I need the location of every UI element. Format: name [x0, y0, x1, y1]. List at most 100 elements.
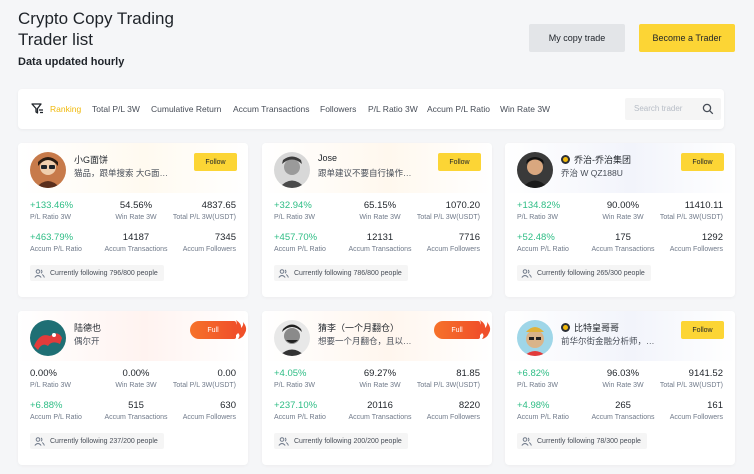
trader-card[interactable]: 陆德也 偶尔开 Full 0.00% P/L Ratio 3W 0.00% Win … — [18, 311, 248, 465]
following-count: Currently following 786/800 people — [274, 265, 408, 281]
following-count: Currently following 237/200 people — [30, 433, 164, 449]
avatar[interactable] — [274, 152, 310, 188]
trader-card[interactable]: 猜李（一个月翻仓） 想要一个月翻仓，且以… Full +4.05% P/L Rat… — [262, 311, 492, 465]
follow-button[interactable]: Follow — [681, 321, 724, 339]
avatar[interactable] — [274, 320, 310, 356]
accum-followers: 8220 Accum Followers — [426, 400, 480, 421]
follow-button[interactable]: Follow — [194, 153, 237, 171]
full-status-button[interactable]: Full — [434, 321, 480, 339]
filter-bar: Ranking Total P/L 3W Cumulative Return A… — [18, 89, 724, 129]
tab-cumulative-return[interactable]: Cumulative Return — [151, 104, 221, 114]
win-rate: 69.27% Win Rate 3W — [359, 368, 401, 389]
trader-bio: 猫品，跟单搜索 大G面… — [74, 168, 168, 178]
win-rate: 96.03% Win Rate 3W — [602, 368, 644, 389]
flame-icon — [233, 320, 247, 339]
accum-transactions: 175 Accum Transactions — [591, 232, 655, 253]
search-input[interactable]: Search trader — [625, 98, 721, 120]
trader-name[interactable]: Jose — [318, 153, 337, 163]
accum-transactions: 12131 Accum Transactions — [348, 232, 412, 253]
pl-ratio: +6.82% P/L Ratio 3W — [517, 368, 558, 389]
win-rate: 90.00% Win Rate 3W — [602, 200, 644, 221]
accum-followers: 630 Accum Followers — [182, 400, 236, 421]
pl-ratio: +134.82% P/L Ratio 3W — [517, 200, 561, 221]
pl-ratio: 0.00% P/L Ratio 3W — [30, 368, 71, 389]
verified-badge-icon — [561, 323, 570, 332]
page-title-line1: Crypto Copy Trading — [18, 9, 174, 28]
avatar[interactable] — [30, 152, 66, 188]
accum-pl-ratio: +52.48% Accum P/L Ratio — [517, 232, 569, 253]
accum-pl-ratio: +457.70% Accum P/L Ratio — [274, 232, 326, 253]
trader-name[interactable]: 小G面饼 — [74, 153, 108, 166]
search-icon[interactable] — [702, 103, 714, 115]
trader-card[interactable]: Jose 跟单建议不要自行操作… Follow +32.94% P/L Ratio… — [262, 143, 492, 297]
pl-ratio: +133.46% P/L Ratio 3W — [30, 200, 74, 221]
win-rate: 65.15% Win Rate 3W — [359, 200, 401, 221]
accum-pl-ratio: +463.79% Accum P/L Ratio — [30, 232, 82, 253]
pl-ratio: +32.94% P/L Ratio 3W — [274, 200, 315, 221]
verified-badge-icon — [561, 155, 570, 164]
trader-name[interactable]: 乔治-乔治集团 — [561, 153, 631, 166]
tab-win-rate-3w[interactable]: Win Rate 3W — [500, 104, 550, 114]
search-placeholder: Search trader — [634, 104, 683, 113]
trader-card[interactable]: 乔治-乔治集团 乔治 W QZ188U Follow +134.82% P/L R… — [505, 143, 735, 297]
following-count: Currently following 796/800 people — [30, 265, 164, 281]
trader-bio: 乔治 W QZ188U — [561, 168, 623, 178]
tab-total-pl-3w[interactable]: Total P/L 3W — [92, 104, 140, 114]
users-icon — [278, 436, 289, 446]
following-count: Currently following 200/200 people — [274, 433, 408, 449]
tab-accum-pl-ratio[interactable]: Accum P/L Ratio — [427, 104, 490, 114]
flame-icon — [477, 320, 491, 339]
total-pl: 1070.20 Total P/L 3W(USDT) — [416, 200, 480, 221]
accum-pl-ratio: +237.10% Accum P/L Ratio — [274, 400, 326, 421]
trader-card[interactable]: 小G面饼 猫品，跟单搜索 大G面… Follow +133.46% P/L Rat… — [18, 143, 248, 297]
page-title-line2: Trader list — [18, 30, 93, 49]
users-icon — [34, 268, 45, 278]
users-icon — [521, 268, 532, 278]
accum-transactions: 20116 Accum Transactions — [348, 400, 412, 421]
accum-followers: 7716 Accum Followers — [426, 232, 480, 253]
following-count: Currently following 265/300 people — [517, 265, 651, 281]
accum-transactions: 515 Accum Transactions — [104, 400, 168, 421]
trader-bio: 跟单建议不要自行操作… — [318, 168, 412, 178]
trader-bio: 前华尔街金融分析师，… — [561, 336, 655, 346]
page-title: Crypto Copy Trading Trader list — [18, 8, 174, 50]
accum-transactions: 14187 Accum Transactions — [104, 232, 168, 253]
accum-transactions: 265 Accum Transactions — [591, 400, 655, 421]
users-icon — [34, 436, 45, 446]
filter-icon[interactable] — [31, 102, 44, 115]
become-trader-button[interactable]: Become a Trader — [639, 24, 735, 52]
win-rate: 54.56% Win Rate 3W — [115, 200, 157, 221]
users-icon — [521, 436, 532, 446]
accum-followers: 161 Accum Followers — [669, 400, 723, 421]
avatar[interactable] — [517, 152, 553, 188]
accum-pl-ratio: +4.98% Accum P/L Ratio — [517, 400, 569, 421]
avatar[interactable] — [30, 320, 66, 356]
trader-name[interactable]: 陆德也 — [74, 321, 101, 334]
total-pl: 11410.11 Total P/L 3W(USDT) — [659, 200, 723, 221]
trader-name[interactable]: 猜李（一个月翻仓） — [318, 321, 399, 334]
trader-name[interactable]: 比特皇哥哥 — [561, 321, 619, 334]
avatar[interactable] — [517, 320, 553, 356]
data-updated-note: Data updated hourly — [18, 56, 125, 68]
follow-button[interactable]: Follow — [438, 153, 481, 171]
win-rate: 0.00% Win Rate 3W — [115, 368, 157, 389]
tab-accum-transactions[interactable]: Accum Transactions — [233, 104, 310, 114]
trader-card[interactable]: 比特皇哥哥 前华尔街金融分析师，… Follow +6.82% P/L Ratio… — [505, 311, 735, 465]
my-copy-trade-button[interactable]: My copy trade — [529, 24, 625, 52]
trader-bio: 偶尔开 — [74, 336, 100, 346]
tab-followers[interactable]: Followers — [320, 104, 356, 114]
accum-followers: 7345 Accum Followers — [182, 232, 236, 253]
total-pl: 9141.52 Total P/L 3W(USDT) — [659, 368, 723, 389]
pl-ratio: +4.05% P/L Ratio 3W — [274, 368, 315, 389]
full-status-button[interactable]: Full — [190, 321, 236, 339]
following-count: Currently following 78/300 people — [517, 433, 647, 449]
follow-button[interactable]: Follow — [681, 153, 724, 171]
total-pl: 81.85 Total P/L 3W(USDT) — [416, 368, 480, 389]
total-pl: 0.00 Total P/L 3W(USDT) — [172, 368, 236, 389]
users-icon — [278, 268, 289, 278]
trader-bio: 想要一个月翻仓，且以… — [318, 336, 412, 346]
accum-followers: 1292 Accum Followers — [669, 232, 723, 253]
tab-pl-ratio-3w[interactable]: P/L Ratio 3W — [368, 104, 418, 114]
tab-ranking[interactable]: Ranking — [50, 104, 81, 114]
total-pl: 4837.65 Total P/L 3W(USDT) — [172, 200, 236, 221]
